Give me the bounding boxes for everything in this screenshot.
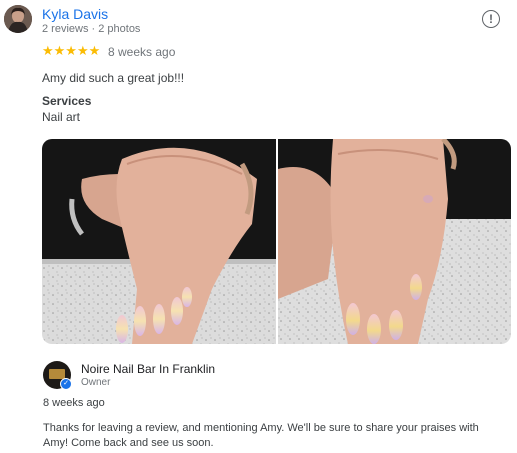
owner-reply-text: Thanks for leaving a review, and mention… (43, 422, 479, 449)
services-value: Nail art (42, 110, 81, 124)
verified-check-icon: ✓ (60, 378, 72, 390)
review-photo-2[interactable] (278, 139, 511, 344)
owner-logo-icon (49, 369, 65, 379)
owner-role: Owner (81, 377, 111, 388)
owner-name[interactable]: Noire Nail Bar In Franklin (81, 362, 215, 376)
reply-time: 8 weeks ago (43, 397, 105, 409)
review-text: Amy did such a great job!!! (42, 71, 185, 85)
reviewer-meta: 2 reviews · 2 photos (42, 23, 141, 35)
star-rating: ★★★★★ (42, 43, 101, 58)
services-title: Services (42, 94, 92, 108)
reviewer-avatar[interactable] (4, 5, 32, 33)
reviewer-name[interactable]: Kyla Davis (42, 6, 108, 22)
review-time: 8 weeks ago (108, 45, 176, 59)
report-icon[interactable]: ! (482, 10, 500, 28)
review-photo-1[interactable] (42, 139, 276, 344)
owner-avatar[interactable]: ✓ (43, 361, 72, 390)
